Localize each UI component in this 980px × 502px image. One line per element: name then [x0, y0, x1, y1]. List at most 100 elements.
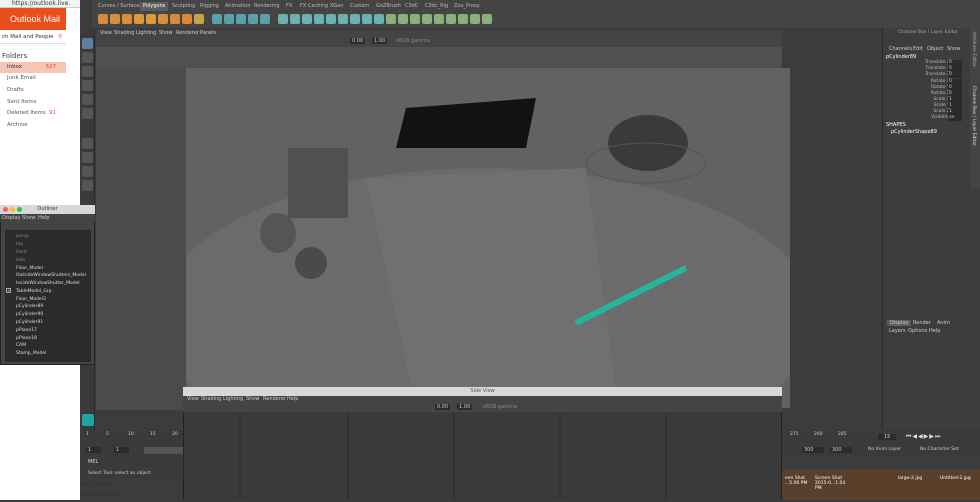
- folder-inbox[interactable]: Inbox 527: [0, 62, 66, 73]
- poly-helix-icon[interactable]: [194, 14, 204, 24]
- menu-show[interactable]: Show: [159, 30, 173, 36]
- desktop-file[interactable]: Untitled-2.jpg: [940, 476, 972, 496]
- tab-curves[interactable]: Curves / Surfaces: [98, 2, 142, 11]
- extrude-icon[interactable]: [278, 14, 288, 24]
- outliner-item[interactable]: InsideWindowShutter_Model: [16, 281, 80, 286]
- menu-object[interactable]: Object: [927, 46, 943, 52]
- outliner-item[interactable]: Floor_Model3: [16, 297, 46, 302]
- fill-hole-icon[interactable]: [326, 14, 336, 24]
- cut-uv-icon[interactable]: [470, 14, 480, 24]
- channel-box-tab[interactable]: Channel Box / Layer Editor: [971, 86, 976, 146]
- character-set-select[interactable]: No Character Set: [920, 447, 959, 452]
- menu-help[interactable]: Help: [929, 328, 940, 334]
- poly-torus-icon[interactable]: [146, 14, 156, 24]
- range-start2-field[interactable]: 1: [114, 447, 130, 453]
- select-tool-icon[interactable]: [82, 38, 93, 49]
- four-pane-icon[interactable]: [82, 152, 93, 163]
- playback-controls[interactable]: ⏮◀◀▶▶⏭: [906, 433, 941, 441]
- paint-select-icon[interactable]: [82, 66, 93, 77]
- spherical-map-icon[interactable]: [422, 14, 432, 24]
- outliner-item[interactable]: pCylinder91: [16, 320, 43, 325]
- tab-c3dc-rig[interactable]: C3dc_Rig: [425, 2, 448, 11]
- menu-panels[interactable]: Panels: [200, 30, 216, 36]
- far-clip-field[interactable]: 1.00: [372, 38, 388, 44]
- outliner-item[interactable]: side: [16, 258, 25, 263]
- scene-render[interactable]: [156, 68, 816, 468]
- scale-tool-icon[interactable]: [82, 108, 93, 119]
- tab-c3dc[interactable]: C3dC: [405, 2, 418, 11]
- multi-cut-icon[interactable]: [350, 14, 360, 24]
- tab-sculpting[interactable]: Sculpting: [172, 2, 195, 11]
- outliner-item[interactable]: pCylinder89: [16, 304, 43, 309]
- attribute-editor-tab[interactable]: Attribute Editor: [971, 32, 976, 67]
- menu-shading[interactable]: Shading: [114, 30, 134, 36]
- outliner-item[interactable]: OutsideWindowShutters_Model: [16, 273, 86, 278]
- command-line[interactable]: MEL: [80, 458, 183, 467]
- tab-rendering[interactable]: Rendering: [254, 2, 280, 11]
- menu-help[interactable]: Help: [287, 396, 298, 402]
- menu-lighting[interactable]: Lighting: [136, 30, 156, 36]
- range-end2-field[interactable]: 300: [830, 447, 852, 453]
- outliner-item[interactable]: CAM: [16, 343, 26, 348]
- tab-rigging[interactable]: Rigging: [200, 2, 219, 11]
- combine-icon[interactable]: [212, 14, 222, 24]
- range-end-field[interactable]: 300: [802, 447, 824, 453]
- near-clip-field[interactable]: 0.00: [350, 38, 366, 44]
- menu-shading[interactable]: Shading: [201, 396, 221, 402]
- outliner-item[interactable]: pPlane18: [16, 336, 37, 341]
- tab-animation[interactable]: Animation: [225, 2, 251, 11]
- bridge-icon[interactable]: [290, 14, 300, 24]
- poly-cylinder-icon[interactable]: [122, 14, 132, 24]
- side-view-canvas[interactable]: [184, 413, 781, 500]
- menu-edit[interactable]: Edit: [913, 46, 923, 52]
- poly-plane-icon[interactable]: [158, 14, 168, 24]
- menu-renderer[interactable]: Renderer: [263, 396, 286, 402]
- outliner-item[interactable]: pCylinder90: [16, 312, 43, 317]
- poly-pipe-icon[interactable]: [182, 14, 192, 24]
- menu-show[interactable]: Show: [22, 215, 36, 221]
- browser-url-bar[interactable]: https://outlook.live.: [0, 0, 80, 8]
- search-icon[interactable]: ⚲: [58, 30, 62, 44]
- menu-options[interactable]: Options: [908, 328, 927, 334]
- move-tool-icon[interactable]: [82, 80, 93, 91]
- menu-channels[interactable]: Channels: [889, 46, 912, 52]
- tab-gozbrush[interactable]: GoZBrush: [376, 2, 401, 11]
- expand-icon[interactable]: +: [6, 288, 11, 293]
- menu-help[interactable]: Help: [38, 215, 49, 221]
- separate-icon[interactable]: [224, 14, 234, 24]
- menu-lighting[interactable]: Lighting: [223, 396, 243, 402]
- rotate-tool-icon[interactable]: [82, 94, 93, 105]
- layout-icon[interactable]: [458, 14, 468, 24]
- folder-drafts[interactable]: Drafts: [0, 85, 66, 96]
- colorspace-select[interactable]: sRGB gamma: [396, 38, 430, 44]
- side-view-title[interactable]: Side View: [183, 387, 782, 396]
- bevel-icon[interactable]: [302, 14, 312, 24]
- target-weld-icon[interactable]: [362, 14, 372, 24]
- tab-fx-caching[interactable]: FX Caching: [300, 2, 328, 11]
- folder-junk[interactable]: Junk Email: [0, 73, 66, 84]
- uv-editor-icon[interactable]: [386, 14, 396, 24]
- insert-loop-icon[interactable]: [338, 14, 348, 24]
- folder-archive[interactable]: Archive: [0, 120, 66, 131]
- folder-deleted[interactable]: Deleted Items 91: [0, 108, 66, 119]
- range-start-field[interactable]: 1: [86, 447, 102, 453]
- tab-polygons[interactable]: Polygons: [140, 2, 169, 11]
- extract-icon[interactable]: [236, 14, 246, 24]
- poly-cone-icon[interactable]: [134, 14, 144, 24]
- contact-item[interactable]: SasukeLuver x3: [80, 492, 180, 498]
- unfold-icon[interactable]: [446, 14, 456, 24]
- menu-layers[interactable]: Layers: [889, 328, 906, 334]
- outlook-title[interactable]: Outlook Mail: [0, 8, 66, 30]
- zoom-icon[interactable]: [17, 207, 22, 212]
- menu-show[interactable]: Show: [947, 46, 961, 52]
- range-slider-bar[interactable]: [144, 447, 183, 454]
- anim-layer-select[interactable]: No Anim Layer: [868, 447, 901, 452]
- current-frame-field[interactable]: 15: [878, 434, 897, 440]
- colorspace-select[interactable]: sRGB gamma: [483, 404, 517, 410]
- tab-fx[interactable]: FX: [286, 2, 292, 11]
- smooth-icon[interactable]: [260, 14, 270, 24]
- append-icon[interactable]: [314, 14, 324, 24]
- menu-renderer[interactable]: Renderer: [176, 30, 199, 36]
- attr-visibility-field[interactable]: on: [948, 115, 962, 121]
- poly-sphere-icon[interactable]: [98, 14, 108, 24]
